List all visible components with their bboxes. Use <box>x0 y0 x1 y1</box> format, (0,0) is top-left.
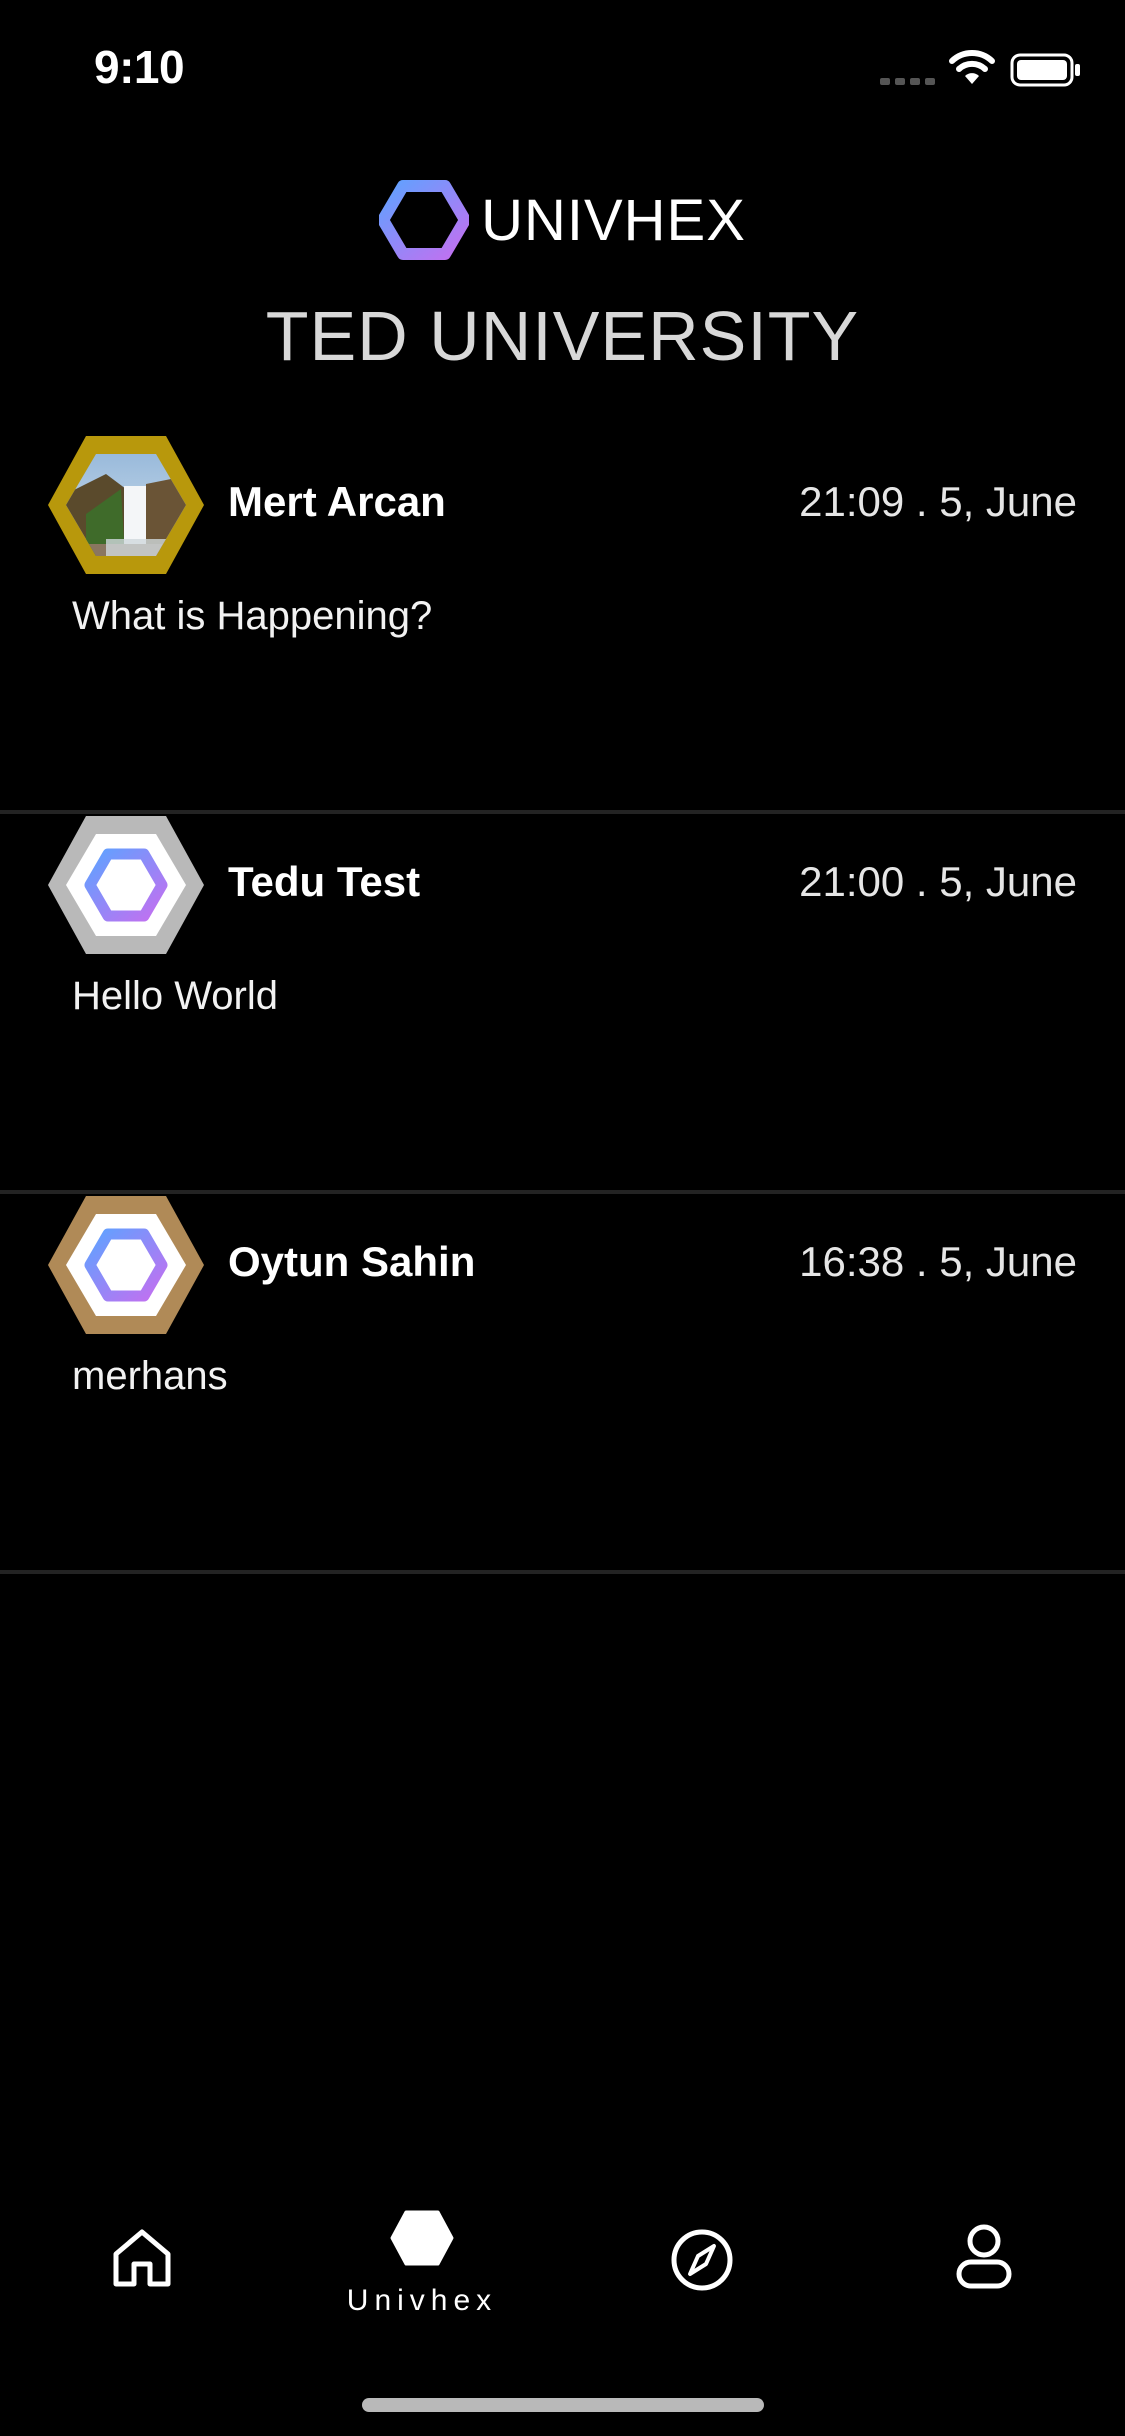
author-avatar[interactable] <box>46 1194 206 1336</box>
brand-header: UNIVHEX <box>0 170 1125 270</box>
author-avatar[interactable] <box>46 434 206 576</box>
profile-icon <box>956 2224 1012 2289</box>
tab-profile[interactable] <box>904 2180 1064 2384</box>
page-title: TED UNIVERSITY <box>265 297 860 375</box>
status-bar: 9:10 <box>0 0 1125 140</box>
tab-explore[interactable] <box>622 2180 782 2388</box>
home-indicator[interactable] <box>362 2398 764 2412</box>
battery-icon <box>1010 53 1080 87</box>
post-author[interactable]: Oytun Sahin <box>228 1238 475 1286</box>
cellular-signal-icon <box>880 78 935 85</box>
post-body: What is Happening? <box>72 594 433 638</box>
tab-univhex[interactable]: Univhex <box>342 2180 502 2370</box>
brand-name: UNIVHEX <box>481 187 746 253</box>
post-author[interactable]: Tedu Test <box>228 858 420 906</box>
post-body: merhans <box>72 1354 228 1398</box>
home-icon <box>113 2229 171 2287</box>
post-item[interactable]: Oytun Sahin 16:38 . 5, June merhans <box>0 1194 1125 1574</box>
post-timestamp: 21:09 . 5, June <box>799 478 1077 525</box>
post-timestamp: 21:00 . 5, June <box>799 858 1077 905</box>
post-item[interactable]: Tedu Test 21:00 . 5, June Hello World <box>0 814 1125 1194</box>
post-author[interactable]: Mert Arcan <box>228 478 446 526</box>
status-time: 9:10 <box>94 41 185 93</box>
tab-bar: Univhex <box>0 2180 1125 2360</box>
hexagon-icon <box>390 2210 454 2266</box>
post-timestamp: 16:38 . 5, June <box>799 1238 1077 1285</box>
wifi-icon <box>949 50 995 84</box>
author-avatar[interactable] <box>46 814 206 956</box>
post-item[interactable]: Mert Arcan 21:09 . 5, June What is Happe… <box>0 434 1125 814</box>
tab-label: Univhex <box>346 2284 498 2317</box>
compass-icon <box>671 2229 733 2291</box>
univhex-logo-icon <box>379 180 470 260</box>
post-body: Hello World <box>72 974 278 1018</box>
tab-home[interactable] <box>62 2180 222 2386</box>
